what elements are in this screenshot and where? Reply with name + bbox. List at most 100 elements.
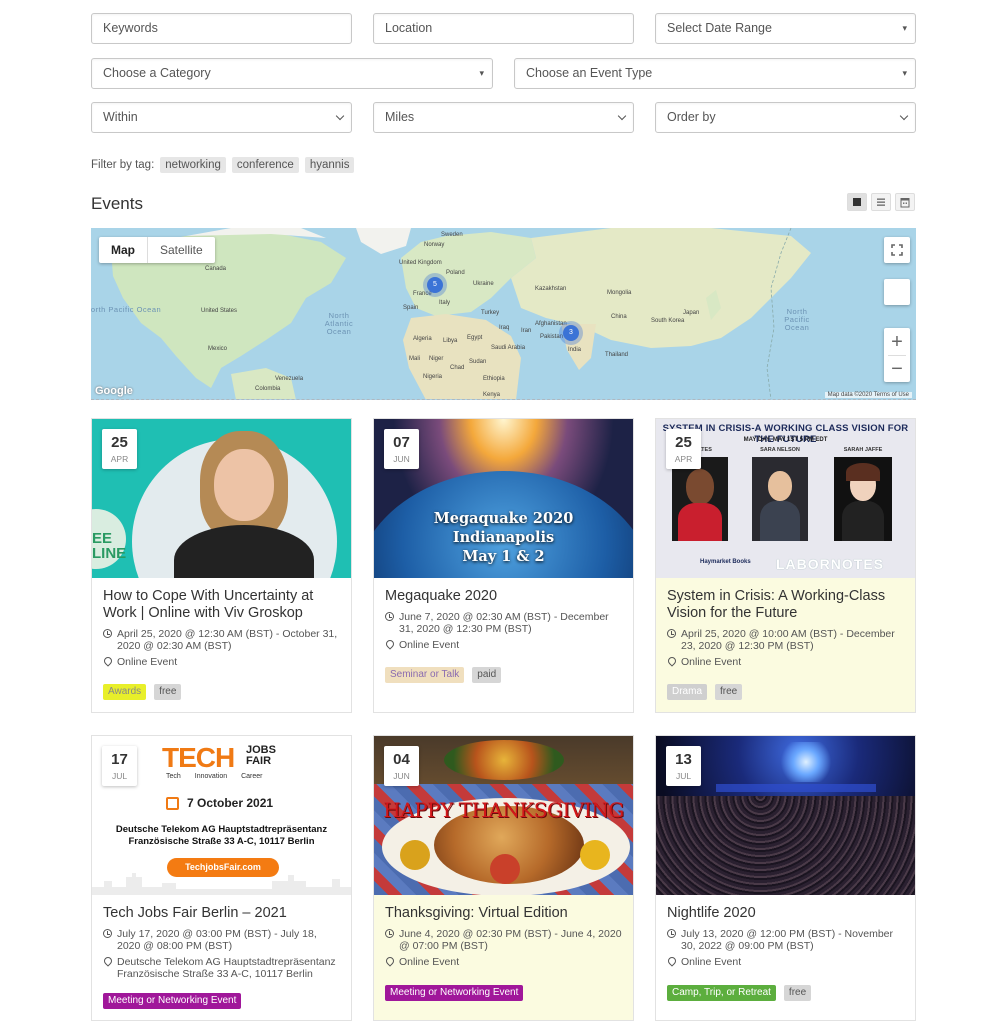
category-badge[interactable]: Meeting or Networking Event	[385, 985, 524, 1001]
category-select[interactable]: Choose a Category ▾	[91, 58, 493, 89]
calendar-view-button[interactable]	[895, 193, 915, 211]
tag-filter-label: Filter by tag:	[91, 159, 155, 171]
map-place: Kazakhstan	[535, 286, 567, 292]
event-location: Online Event	[681, 656, 742, 668]
keywords-input[interactable]: Keywords	[91, 13, 352, 44]
grid-view-button[interactable]	[847, 193, 867, 211]
event-card[interactable]: TECH JOBS FAIR Tech Innovation Career 7 …	[91, 735, 352, 1021]
location-pin-icon	[384, 955, 396, 969]
event-title[interactable]: System in Crisis: A Working-Class Vision…	[667, 588, 904, 622]
price-badge[interactable]: free	[715, 684, 743, 700]
event-badges: Meeting or Networking Event	[385, 985, 524, 1001]
category-badge[interactable]: Awards	[103, 684, 147, 700]
event-title[interactable]: Megaquake 2020	[385, 588, 622, 605]
date-badge: 17 JUL	[102, 746, 137, 786]
date-month: APR	[674, 454, 693, 464]
map-place: Iran	[521, 328, 532, 334]
event-card[interactable]: SYSTEM IN CRISIS-A WORKING CLASS VISION …	[655, 418, 916, 713]
map-place: Colombia	[255, 386, 281, 392]
chevron-down-icon	[899, 111, 909, 121]
map-cluster-marker[interactable]: 5	[427, 277, 443, 293]
event-image[interactable]: EE LINE 25 APR	[92, 419, 351, 578]
event-datetime: April 25, 2020 @ 12:30 AM (BST) - Octobe…	[117, 628, 338, 652]
events-map[interactable]: North Pacific Ocean North Atlantic Ocean…	[91, 228, 916, 400]
location-pin-icon	[102, 655, 114, 669]
street-view-button[interactable]	[884, 279, 910, 305]
poster-venue-line: Deutsche Telekom AG Hauptstadtrepräsenta…	[115, 824, 328, 835]
speaker-photo	[672, 457, 728, 541]
event-card[interactable]: Megaquake 2020 Indianapolis May 1 & 2 07…	[373, 418, 634, 713]
map-place: Spain	[403, 305, 419, 311]
tag-networking[interactable]: networking	[160, 157, 226, 173]
ocean-label: North Pacific Ocean	[91, 305, 162, 314]
tag-hyannis[interactable]: hyannis	[304, 157, 355, 173]
within-label: Within	[103, 110, 138, 124]
event-type-select[interactable]: Choose an Event Type ▾	[514, 58, 916, 89]
map-type-map-button[interactable]: Map	[99, 237, 148, 263]
event-card[interactable]: 13 JUL Nightlife 2020 July 13, 2020 @ 12…	[655, 735, 916, 1021]
date-month: JUN	[393, 454, 410, 464]
map-place: Egypt	[467, 335, 483, 341]
fruit	[400, 840, 430, 870]
date-month: JUN	[393, 771, 410, 781]
tag-filter: Filter by tag: networking conference hya…	[91, 157, 355, 173]
event-title[interactable]: Thanksgiving: Virtual Edition	[385, 905, 622, 922]
skyline-graphic	[92, 873, 351, 895]
price-badge[interactable]: free	[154, 684, 182, 700]
map-place: Venezuela	[275, 376, 304, 382]
techjobs-logo-sub: JOBS FAIR	[246, 744, 276, 767]
clock-icon	[103, 628, 113, 652]
event-image[interactable]: TECH JOBS FAIR Tech Innovation Career 7 …	[92, 736, 351, 895]
list-view-button[interactable]	[871, 193, 891, 211]
event-card[interactable]: HAPPY THANKSGIVING 04 JUN Thanksgiving: …	[373, 735, 634, 1021]
tag-conference[interactable]: conference	[231, 157, 299, 173]
event-card[interactable]: EE LINE 25 APR How to Cope With Uncertai…	[91, 418, 352, 713]
event-badges: Awards free	[103, 684, 182, 700]
event-image[interactable]: 13 JUL	[656, 736, 915, 895]
chevron-down-icon	[335, 111, 345, 121]
tagline-item: Tech	[166, 773, 181, 780]
within-select[interactable]: Within	[91, 102, 352, 133]
event-title[interactable]: Nightlife 2020	[667, 905, 904, 922]
event-datetime: July 13, 2020 @ 12:00 PM (BST) - Novembe…	[681, 928, 893, 952]
category-badge[interactable]: Drama	[667, 684, 708, 700]
event-image[interactable]: Megaquake 2020 Indianapolis May 1 & 2 07…	[374, 419, 633, 578]
map-type-satellite-button[interactable]: Satellite	[148, 237, 215, 263]
stage	[716, 784, 876, 792]
location-input[interactable]: Location	[373, 13, 634, 44]
location-placeholder: Location	[385, 21, 433, 35]
map-cluster-marker[interactable]: 3	[563, 325, 579, 341]
crowd	[656, 796, 915, 895]
price-badge[interactable]: paid	[472, 667, 502, 683]
event-image[interactable]: HAPPY THANKSGIVING 04 JUN	[374, 736, 633, 895]
category-badge[interactable]: Seminar or Talk	[385, 667, 465, 683]
speaker-photo	[834, 457, 892, 541]
map-attribution[interactable]: Map data ©2020 Terms of Use	[824, 392, 912, 398]
image-caption: HAPPY THANKSGIVING	[383, 798, 624, 822]
zoom-out-button[interactable]: −	[888, 354, 906, 382]
map-place: Mali	[409, 356, 421, 362]
order-by-select[interactable]: Order by	[655, 102, 916, 133]
event-image[interactable]: SYSTEM IN CRISIS-A WORKING CLASS VISION …	[656, 419, 915, 578]
event-title[interactable]: Tech Jobs Fair Berlin – 2021	[103, 905, 340, 922]
zoom-in-button[interactable]: +	[891, 329, 903, 355]
category-badge[interactable]: Meeting or Networking Event	[103, 993, 242, 1009]
date-day: 25	[111, 434, 128, 451]
image-caption: Megaquake 2020 Indianapolis May 1 & 2	[374, 509, 633, 566]
date-range-label: Select Date Range	[667, 21, 772, 35]
price-badge[interactable]: free	[783, 985, 812, 1001]
caret-down-icon: ▾	[902, 23, 907, 33]
map-place: India	[568, 347, 582, 353]
map-type-toggle: Map Satellite	[99, 237, 215, 263]
event-title[interactable]: How to Cope With Uncertainty at Work | O…	[103, 588, 340, 622]
map-place: Chad	[450, 365, 465, 371]
date-day: 25	[675, 434, 692, 451]
category-badge[interactable]: Camp, Trip, or Retreat	[667, 985, 776, 1001]
fullscreen-button[interactable]	[884, 237, 910, 263]
date-range-select[interactable]: Select Date Range ▾	[655, 13, 916, 44]
events-page: Keywords Location Select Date Range ▾ Ch…	[0, 0, 1000, 1024]
google-logo[interactable]: Google	[95, 385, 133, 397]
event-datetime: July 17, 2020 @ 03:00 PM (BST) - July 18…	[117, 928, 317, 952]
miles-select[interactable]: Miles	[373, 102, 634, 133]
clock-icon	[385, 928, 395, 952]
